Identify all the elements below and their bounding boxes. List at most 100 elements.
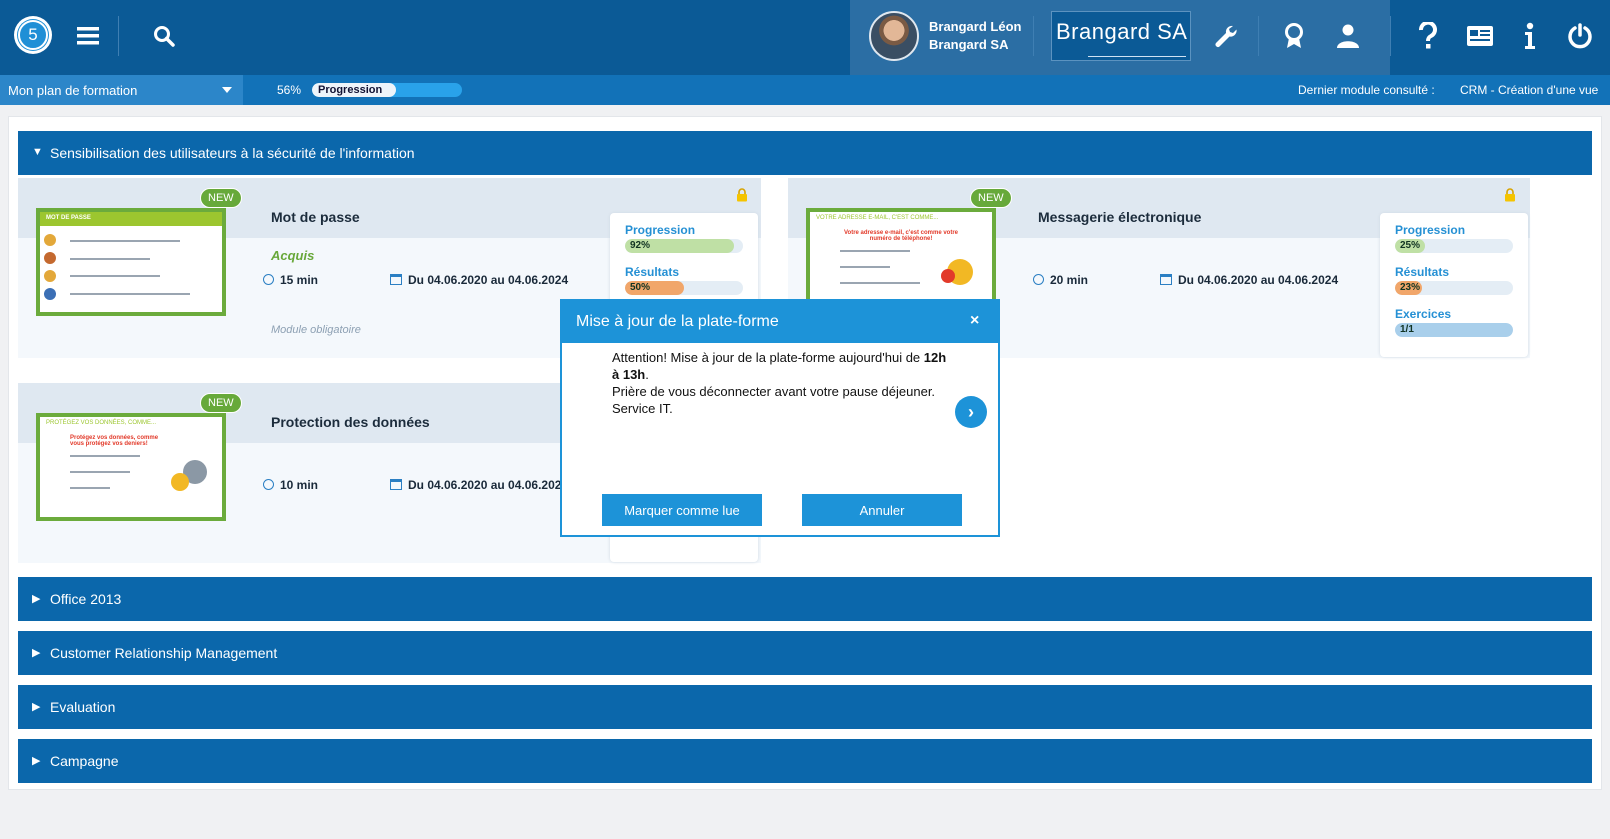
thumb-title: MOT DE PASSE [40, 212, 222, 226]
clock-icon [263, 479, 274, 490]
clock-icon [1033, 274, 1044, 285]
message-text: . [645, 367, 649, 382]
thumb-title: PROTÉGEZ VOS DONNÉES, COMME... [46, 420, 157, 426]
module-title[interactable]: Protection des données [271, 414, 430, 430]
dates-text: Du 04.06.2020 au 04.06.2024 [1178, 273, 1339, 287]
calendar-icon [390, 274, 402, 285]
calendar-icon [390, 479, 402, 490]
triangle-right-icon: ▶ [32, 701, 41, 713]
app-logo[interactable]: 5 [14, 16, 52, 54]
power-icon[interactable] [1562, 18, 1598, 54]
thumbnail-illustration [840, 250, 973, 285]
duration-text: 20 min [1050, 273, 1089, 287]
brand-name: Brangard SA [1056, 19, 1188, 44]
module-status: Acquis [271, 248, 315, 263]
section-title: Customer Relationship Management [50, 645, 278, 661]
calendar-icon [1160, 274, 1172, 285]
next-message-button[interactable]: › [955, 396, 987, 428]
close-icon[interactable]: × [970, 312, 979, 330]
help-icon[interactable] [1410, 18, 1446, 54]
new-badge: NEW [970, 188, 1012, 208]
module-thumbnail[interactable]: PROTÉGEZ VOS DONNÉES, COMME... Protégez … [36, 413, 226, 521]
section-office-2013[interactable]: ▶ Office 2013 [18, 577, 1592, 621]
section-campagne[interactable]: ▶ Campagne [18, 739, 1592, 783]
chevron-down-icon [222, 87, 232, 93]
stat-value: 23% [1400, 282, 1421, 293]
stat-label: Résultats [1395, 265, 1450, 279]
stat-label: Progression [1395, 223, 1466, 237]
divider [1033, 16, 1034, 56]
progress-bar: Progression [312, 83, 462, 97]
module-stats: Progression 25% Résultats 23% Exercices … [1380, 213, 1528, 357]
section-title: Sensibilisation des utilisateurs à la sé… [50, 145, 415, 161]
menu-icon[interactable] [70, 18, 106, 54]
progress-percent: 56% [277, 83, 302, 97]
module-title[interactable]: Messagerie électronique [1038, 209, 1201, 225]
last-module-link[interactable]: CRM - Création d'une vue [1460, 83, 1598, 97]
module-note: Module obligatoire [271, 324, 361, 336]
logo-number: 5 [18, 20, 48, 50]
thumb-title: VOTRE ADRESSE E-MAIL, C'EST COMME... [816, 215, 939, 221]
last-module-label: Dernier module consulté : [1298, 83, 1435, 97]
section-crm[interactable]: ▶ Customer Relationship Management [18, 631, 1592, 675]
module-title[interactable]: Mot de passe [271, 209, 360, 225]
brand-logo: Brangard SA [1051, 11, 1191, 61]
stat-value: 1/1 [1400, 324, 1414, 335]
cancel-button[interactable]: Annuler [802, 494, 962, 526]
divider [1390, 16, 1391, 56]
mark-read-button[interactable]: Marquer comme lue [602, 494, 762, 526]
divider [1258, 16, 1259, 56]
module-dates: Du 04.06.2020 au 04.06.2024 [390, 273, 568, 287]
module-duration: 20 min [1033, 273, 1088, 287]
top-bar: 5 Brangard Léon Brangard SA Brangard SA [0, 0, 1610, 75]
section-security[interactable]: ▼ Sensibilisation des utilisateurs à la … [18, 131, 1592, 175]
duration-text: 10 min [280, 478, 319, 492]
stat-label: Exercices [1395, 307, 1452, 321]
stat-bar: 25% [1395, 239, 1513, 253]
thumb-text: Protégez vos données, comme vous protége… [70, 435, 159, 447]
user-name: Brangard Léon [929, 19, 1022, 34]
user-company: Brangard SA [929, 37, 1009, 52]
dates-text: Du 04.06.2020 au 04.06.2024 [408, 273, 569, 287]
news-icon[interactable] [1462, 18, 1498, 54]
stat-label: Résultats [625, 265, 680, 279]
lock-icon [1505, 188, 1515, 202]
triangle-right-icon: ▶ [32, 647, 41, 659]
message-text: Attention! Mise à jour de la plate-forme… [612, 350, 924, 365]
stat-bar: 92% [625, 239, 743, 253]
progress-label: Progression [318, 84, 383, 96]
modal-header: Mise à jour de la plate-forme × [562, 301, 998, 343]
user-icon[interactable] [1330, 18, 1366, 54]
plan-select[interactable]: Mon plan de formation [0, 75, 243, 105]
triangle-right-icon: ▶ [32, 593, 41, 605]
info-icon[interactable] [1512, 18, 1548, 54]
sub-bar: Mon plan de formation 56% Progression De… [0, 75, 1610, 105]
stat-bar: 1/1 [1395, 323, 1513, 337]
module-dates: Du 04.06.2020 au 04.06.2024 [1160, 273, 1338, 287]
triangle-down-icon: ▼ [32, 146, 43, 158]
thumbnail-illustration [44, 234, 190, 300]
message-emphasis: 12h [923, 350, 947, 365]
stat-value: 50% [630, 282, 651, 293]
stat-bar: 23% [1395, 281, 1513, 295]
notification-modal: Mise à jour de la plate-forme × Attentio… [560, 299, 1000, 537]
dates-text: Du 04.06.2020 au 04.06.2024 [408, 478, 569, 492]
message-signature: Service IT. [612, 401, 673, 416]
avatar[interactable] [869, 11, 919, 61]
thumb-text: Votre adresse e-mail, c'est comme votre … [843, 230, 959, 242]
duration-text: 15 min [280, 273, 319, 287]
award-icon[interactable] [1276, 18, 1312, 54]
wrench-icon[interactable] [1208, 18, 1244, 54]
stat-bar: 50% [625, 281, 743, 295]
message-text: Prière de vous déconnecter avant votre p… [612, 384, 936, 399]
section-title: Office 2013 [50, 591, 122, 607]
search-icon[interactable] [146, 18, 182, 54]
stat-value: 25% [1400, 240, 1421, 251]
plan-label: Mon plan de formation [8, 83, 138, 98]
thumbnail-illustration [70, 455, 207, 491]
module-duration: 15 min [263, 273, 318, 287]
module-thumbnail[interactable]: MOT DE PASSE [36, 208, 226, 316]
section-evaluation[interactable]: ▶ Evaluation [18, 685, 1592, 729]
section-title: Evaluation [50, 699, 116, 715]
lock-icon [737, 188, 747, 202]
